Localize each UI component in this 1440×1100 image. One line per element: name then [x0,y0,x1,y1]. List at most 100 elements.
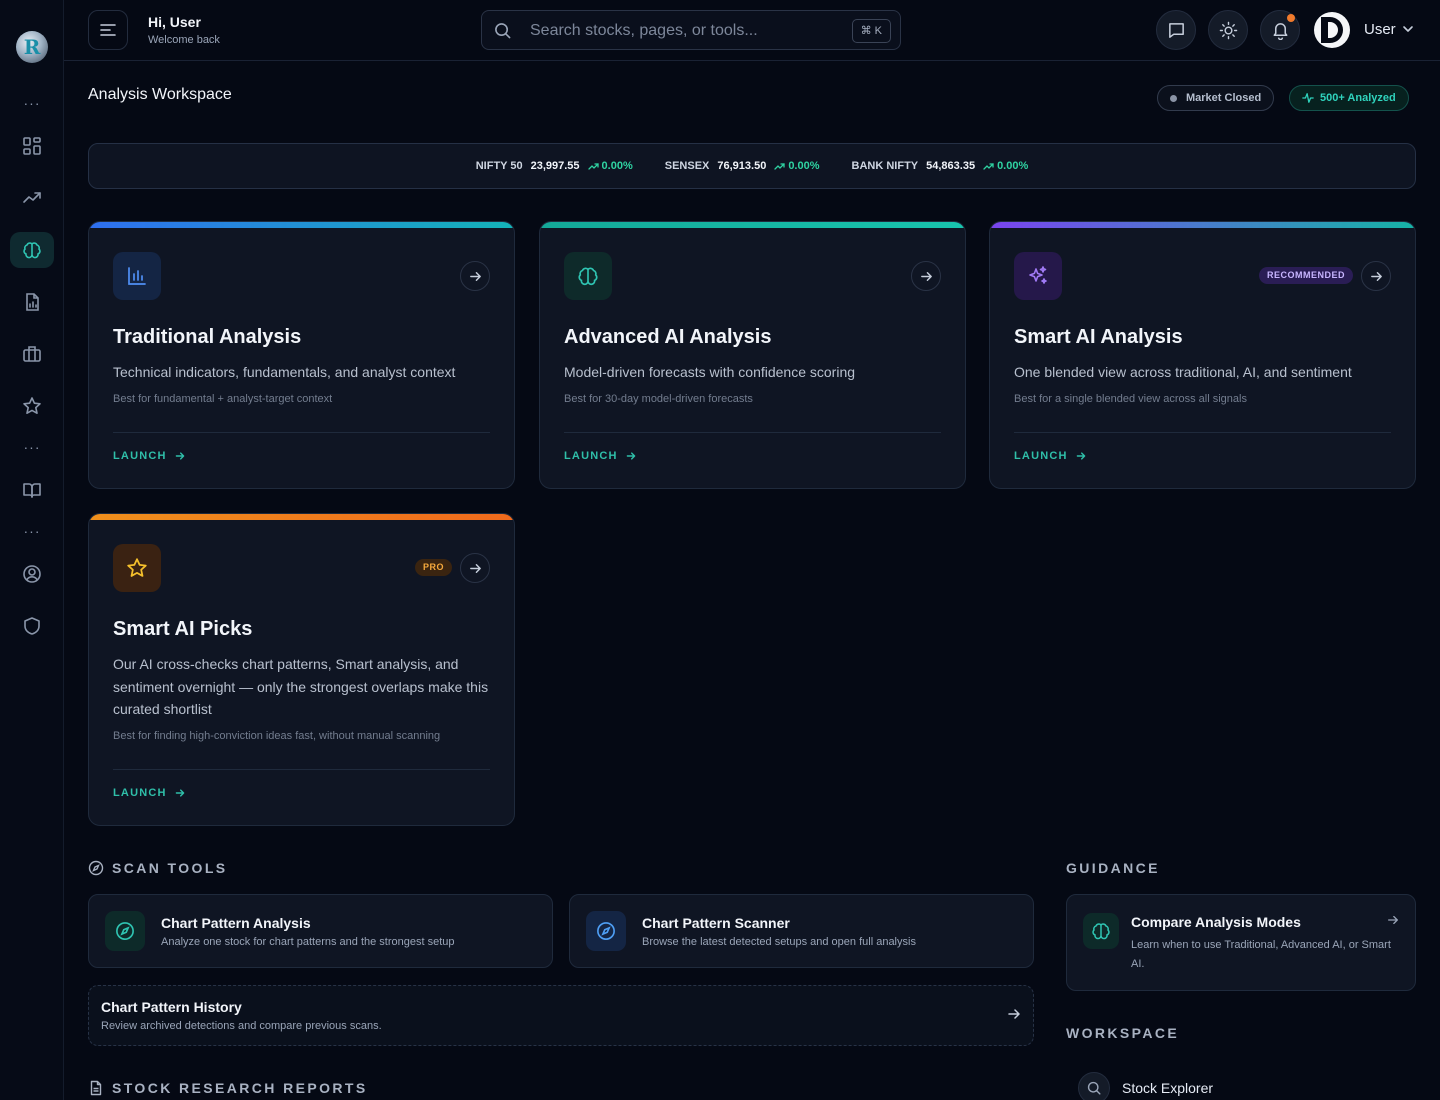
messages-button[interactable] [1156,10,1196,50]
brain-icon [23,242,41,259]
sidebar-item-analysis[interactable] [10,232,54,268]
launch-button[interactable]: LAUNCH [113,787,185,799]
arrow-right-icon [1076,452,1085,460]
card-icon-tile [564,252,612,300]
compass-icon [88,860,104,876]
history-title: Chart Pattern History [101,999,242,1015]
workspace-item-label: Stock Explorer [1122,1080,1214,1096]
guidance-title: Compare Analysis Modes [1131,914,1301,930]
notification-dot [1287,14,1295,22]
guidance-description: Learn when to use Traditional, Advanced … [1131,939,1391,970]
card-description: Technical indicators, fundamentals, and … [113,364,456,380]
sidebar-item-learn[interactable] [10,472,54,508]
status-dot [1170,94,1177,102]
arrow-right-icon [626,452,635,460]
search-input[interactable]: Search stocks, pages, or tools... ⌘ K [481,10,901,50]
ticker-item[interactable]: BANK NIFTY 54,863.35 0.00% [852,160,1029,172]
card-title: Smart AI Analysis [1014,326,1183,348]
card-open-button[interactable] [911,261,941,291]
launch-button[interactable]: LAUNCH [1014,450,1086,462]
trending-up-icon [774,163,785,170]
card-open-button[interactable] [1361,261,1391,291]
greeting: Hi, User Welcome back [148,14,220,46]
ticker-item[interactable]: NIFTY 50 23,997.55 0.00% [476,160,633,172]
compass-icon [597,922,615,940]
card-icon-tile [1014,252,1062,300]
search-icon [495,23,511,39]
card-description: One blended view across traditional, AI,… [1014,364,1352,380]
user-name[interactable]: User [1364,21,1396,38]
card-best-for: Best for finding high-conviction ideas f… [113,730,441,742]
theme-toggle-button[interactable] [1208,10,1248,50]
section-title-scan-tools: SCAN TOOLS [88,860,228,876]
tool-description: Browse the latest detected setups and op… [642,936,916,948]
chevron-down-icon[interactable] [1401,22,1415,36]
card-description: Model-driven forecasts with confidence s… [564,364,856,380]
sidebar-item-dashboard[interactable] [10,128,54,164]
card-open-button[interactable] [460,553,490,583]
menu-toggle-button[interactable] [88,10,128,50]
sidebar-item-reports[interactable] [10,284,54,320]
launch-button[interactable]: LAUNCH [113,450,185,462]
card-title: Traditional Analysis [113,326,302,348]
sidebar-item-account[interactable] [10,556,54,592]
card-title: Smart AI Picks [113,618,253,640]
pro-badge: PRO [414,559,452,576]
arrow-right-icon [1388,915,1398,925]
top-header: Hi, User Welcome back Search stocks, pag… [64,0,1440,61]
card-icon-tile [113,252,161,300]
app-logo[interactable]: R [16,31,48,63]
section-title-guidance: GUIDANCE [1066,860,1160,876]
menu-icon [100,24,116,36]
star-icon [23,397,41,414]
arrow-right-icon [1008,1009,1020,1019]
sidebar-item-watchlist[interactable] [10,388,54,424]
tool-chart-pattern-analysis[interactable]: Chart Pattern Analysis Analyze one stock… [88,894,553,968]
message-square-icon [1168,22,1184,38]
card-description: Our AI cross-checks chart patterns, Smar… [113,656,489,717]
star-icon [127,558,147,577]
sun-icon [1219,21,1237,39]
card-smart-ai-picks[interactable]: PRO Smart AI Picks Our AI cross-checks c… [88,513,515,826]
avatar[interactable] [1314,12,1350,48]
sidebar-separator-dots: ··· [23,523,41,539]
launch-button[interactable]: LAUNCH [564,450,636,462]
sidebar-item-security[interactable] [10,608,54,644]
compare-analysis-modes-card[interactable]: Compare Analysis Modes Learn when to use… [1066,894,1416,991]
sidebar-item-portfolio[interactable] [10,336,54,372]
section-title-workspace: WORKSPACE [1066,1025,1180,1041]
greeting-subtitle: Welcome back [148,34,220,46]
card-best-for: Best for a single blended view across al… [1014,393,1247,405]
sidebar: R ··· ··· ··· [0,0,64,1100]
greeting-title: Hi, User [148,14,201,30]
tool-title: Chart Pattern Analysis [161,915,311,931]
bell-icon [1273,22,1287,40]
card-advanced-ai-analysis[interactable]: Advanced AI Analysis Model-driven foreca… [539,221,966,489]
card-traditional-analysis[interactable]: Traditional Analysis Technical indicator… [88,221,515,489]
sidebar-item-trends[interactable] [10,180,54,216]
arrow-right-icon [1370,271,1382,281]
sparkles-icon [1029,266,1047,284]
recommended-badge: RECOMMENDED [1258,267,1353,284]
tool-title: Chart Pattern Scanner [642,915,790,931]
analyzed-count-badge: 500+ Analyzed [1289,85,1409,111]
search-shortcut: ⌘ K [851,19,891,43]
card-open-button[interactable] [460,261,490,291]
arrow-right-icon [469,271,481,281]
brain-icon [578,267,598,286]
workspace-item-stock-explorer[interactable]: Stock Explorer [1078,1072,1213,1100]
notifications-button[interactable] [1260,10,1300,50]
trending-up-icon [587,163,599,170]
section-title-stock-research-reports: STOCK RESEARCH REPORTS [88,1080,368,1096]
chart-pattern-history-link[interactable]: Chart Pattern History Review archived de… [88,985,1034,1046]
card-smart-ai-analysis[interactable]: RECOMMENDED Smart AI Analysis One blende… [989,221,1416,489]
user-circle-icon [23,565,41,583]
ticker-item[interactable]: SENSEX 76,913.50 0.00% [665,160,820,172]
market-status-badge: Market Closed [1157,85,1275,111]
tool-chart-pattern-scanner[interactable]: Chart Pattern Scanner Browse the latest … [569,894,1034,968]
tool-description: Analyze one stock for chart patterns and… [161,936,455,948]
trending-up-icon [23,192,41,203]
book-icon [23,483,41,498]
compass-icon [116,922,134,940]
card-title: Advanced AI Analysis [564,326,772,348]
